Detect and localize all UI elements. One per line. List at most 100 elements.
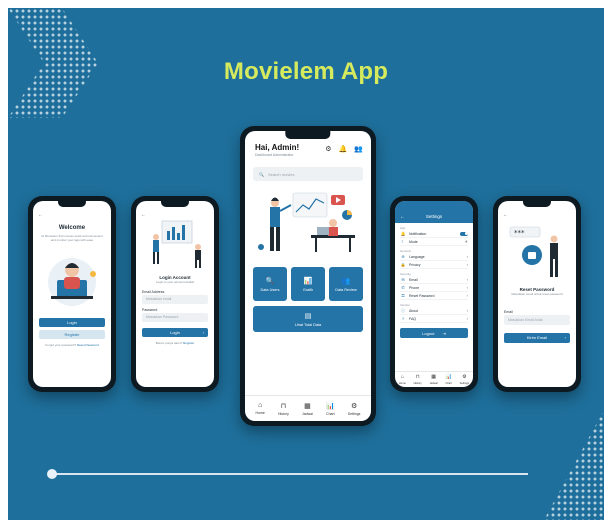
tile-grafik[interactable]: 📊 Grafik xyxy=(291,267,325,301)
register-link[interactable]: Register xyxy=(183,341,194,345)
row-mode[interactable]: ☾ Mode ☀ xyxy=(400,238,468,246)
row-about[interactable]: ⓘ About › xyxy=(400,307,468,315)
nav-history[interactable]: ⊓ History xyxy=(414,374,422,385)
phone-notch xyxy=(160,201,190,207)
phone-reset-password: ← *** Reset Password Masukkan email untu… xyxy=(493,196,581,392)
reset-email-label: Email xyxy=(504,310,513,314)
nav-jadwal[interactable]: ▦ Jadwal xyxy=(302,402,313,416)
email-input[interactable]: Masukkan email xyxy=(142,295,208,304)
row-faq[interactable]: ? FAQ › xyxy=(400,315,468,323)
row-language[interactable]: ⊕ Language › xyxy=(400,253,468,261)
nav-settings[interactable]: ⚙ Settings xyxy=(348,402,361,416)
reset-email-input[interactable]: Masukkan Email Anda xyxy=(504,315,570,325)
info-icon: ⓘ xyxy=(401,307,405,313)
nav-home[interactable]: ⌂ Home xyxy=(399,374,406,385)
gear-icon: ⚙ xyxy=(350,402,358,410)
send-email-button[interactable]: Kirim Email › xyxy=(504,333,570,343)
svg-text:***: *** xyxy=(514,229,525,237)
reset-description: Masukkan email untuk reset password xyxy=(511,292,563,296)
search-bar[interactable]: 🔍 Search movies xyxy=(253,167,363,181)
back-arrow-icon[interactable]: ← xyxy=(141,212,146,218)
welcome-screen: ← Welcome At Movielem find movies quick … xyxy=(33,201,111,387)
settings-header: ← Settings xyxy=(395,201,473,223)
section-version: Version xyxy=(400,302,411,307)
welcome-description: At Movielem find movies quick and conven… xyxy=(41,234,103,242)
reset-password-link[interactable]: Reset Password xyxy=(77,343,99,347)
carousel-progress-knob[interactable] xyxy=(47,469,57,479)
gear-icon[interactable]: ⚙ xyxy=(325,145,331,153)
carousel-progress-track xyxy=(52,473,528,475)
logout-button[interactable]: Logout ⇥ xyxy=(400,328,468,338)
row-reset-password[interactable]: ⚿ Reset Password › xyxy=(400,292,468,300)
login-submit-label: Login xyxy=(170,330,180,335)
phone-welcome: ← Welcome At Movielem find movies quick … xyxy=(28,196,116,392)
nav-chart[interactable]: 📊 Chart xyxy=(326,402,335,416)
row-phone[interactable]: ✆ Phone › xyxy=(400,284,468,292)
login-button[interactable]: Login xyxy=(39,318,105,327)
nav-label: Jadwal xyxy=(301,411,313,416)
phone-notch xyxy=(57,201,87,207)
chevron-right-icon: › xyxy=(564,335,566,340)
user-search-icon: 🔍 xyxy=(265,277,275,285)
dashboard-tiles: 🔍 Data Users 📊 Grafik 👥 Data Review xyxy=(253,267,363,301)
row-label: Notification xyxy=(409,231,427,236)
chevron-right-icon: › xyxy=(202,330,204,335)
chevron-right-icon: › xyxy=(466,285,468,290)
back-arrow-icon[interactable]: ← xyxy=(503,212,508,218)
tile-total-data[interactable]: ▤ Lihat Total Data xyxy=(253,306,363,332)
phone-home: Hai, Admin! Dashboard Administrator ⚙ 🔔 … xyxy=(240,126,376,426)
bell-icon: 🔔 xyxy=(400,231,406,236)
nav-home[interactable]: ⌂ Home xyxy=(256,402,265,415)
login-description: Login to your account details xyxy=(155,280,195,284)
forgot-prefix: Forgot your password? xyxy=(45,343,76,347)
password-input[interactable]: Masukkan Password xyxy=(142,313,208,322)
nav-label: Chart xyxy=(326,411,335,416)
back-arrow-icon[interactable]: ← xyxy=(400,214,405,220)
nav-history[interactable]: ⊓ History xyxy=(278,402,289,416)
page-title: Movielem App xyxy=(223,58,389,85)
tile-data-review[interactable]: 👥 Data Review xyxy=(329,267,363,301)
back-arrow-icon[interactable]: ← xyxy=(38,212,43,218)
reset-illustration: *** xyxy=(509,226,558,277)
row-label: About xyxy=(409,308,419,313)
row-label: Phone xyxy=(409,285,420,290)
greeting-subtitle: Dashboard Administrator xyxy=(255,153,294,157)
dashboard-illustration xyxy=(258,192,355,252)
row-label: Mode xyxy=(409,239,418,244)
forgot-password-text: Forgot your password? Reset Password xyxy=(33,343,111,347)
phone-login: ← Login Account Login to your account de… xyxy=(131,196,219,392)
row-privacy[interactable]: 🔒 Privacy › xyxy=(400,261,468,269)
bookmark-icon: ⊓ xyxy=(280,402,287,410)
row-notification[interactable]: 🔔 Notification xyxy=(400,230,468,238)
nav-chart[interactable]: 📊 Chart xyxy=(445,374,451,385)
row-label: Privacy xyxy=(409,262,421,267)
phone-notch xyxy=(522,201,552,207)
home-header: Hai, Admin! Dashboard Administrator ⚙ 🔔 … xyxy=(245,131,371,157)
bell-icon[interactable]: 🔔 xyxy=(339,145,348,153)
chevron-right-icon: › xyxy=(466,262,468,267)
nav-label: Jadwal xyxy=(429,382,438,385)
reset-screen: ← *** Reset Password Masukkan email untu… xyxy=(498,201,576,387)
register-button[interactable]: Register xyxy=(39,330,105,339)
chevron-right-icon: › xyxy=(466,316,468,321)
row-email[interactable]: ✉ Email › xyxy=(400,276,468,284)
users-icon[interactable]: 👥 xyxy=(354,145,363,153)
nav-settings[interactable]: ⚙ Settings xyxy=(460,374,469,385)
chart-icon: 📊 xyxy=(325,402,335,410)
bar-chart-icon: 📊 xyxy=(303,277,313,285)
home-screen: Hai, Admin! Dashboard Administrator ⚙ 🔔 … xyxy=(245,131,371,421)
help-icon: ? xyxy=(401,316,405,321)
sun-icon[interactable]: ☀ xyxy=(464,239,468,244)
row-label: FAQ xyxy=(409,316,417,321)
search-input[interactable]: Search movies xyxy=(268,172,294,177)
chart-icon: 📊 xyxy=(445,374,452,380)
tile-data-users[interactable]: 🔍 Data Users xyxy=(253,267,287,301)
welcome-heading: Welcome xyxy=(58,225,86,231)
nav-label: Settings xyxy=(459,382,470,385)
tile-label: Data Review xyxy=(335,287,357,292)
login-submit-button[interactable]: Login › xyxy=(142,328,208,337)
logout-label: Logout xyxy=(422,330,435,336)
notification-toggle[interactable] xyxy=(460,231,468,236)
nav-jadwal[interactable]: ▦ Jadwal xyxy=(430,374,438,385)
phone-settings: ← Settings App 🔔 Notification ☾ Mode ☀ Gene… xyxy=(390,196,478,392)
